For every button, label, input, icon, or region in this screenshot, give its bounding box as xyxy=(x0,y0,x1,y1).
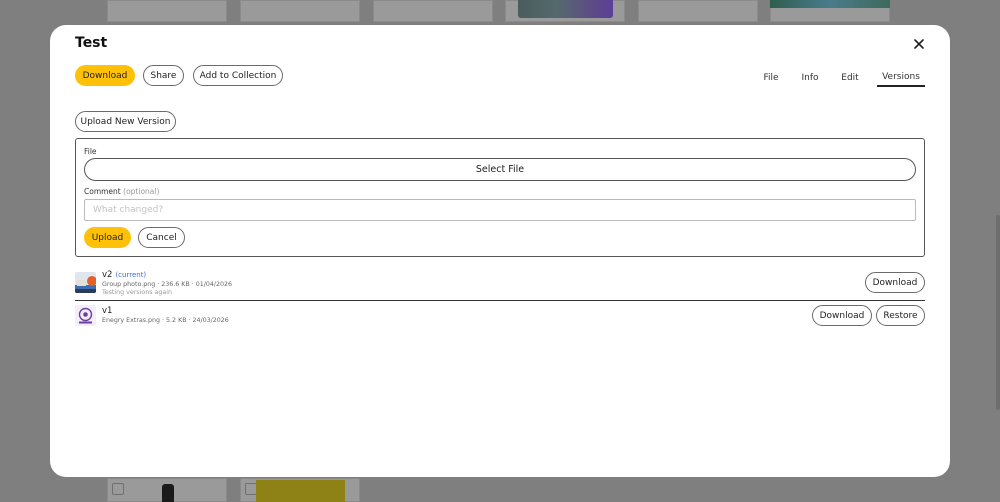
version-meta: Enegry Extras.png · 5.2 KB · 24/03/2026 xyxy=(102,317,229,324)
background-thumbnail xyxy=(256,480,345,502)
comment-input[interactable] xyxy=(84,199,916,221)
version-download-button[interactable]: Download xyxy=(865,272,925,293)
comment-label: Comment (optional) xyxy=(84,187,159,196)
select-file-button[interactable]: Select File xyxy=(84,158,916,181)
version-name: v2 (current) xyxy=(102,270,146,280)
background-card xyxy=(638,0,758,22)
version-download-button[interactable]: Download xyxy=(812,305,872,326)
version-thumbnail xyxy=(75,305,96,326)
share-button[interactable]: Share xyxy=(143,65,184,86)
version-row: v1 Enegry Extras.png · 5.2 KB · 24/03/20… xyxy=(75,305,925,331)
version-restore-button[interactable]: Restore xyxy=(876,305,925,326)
upload-new-version-button[interactable]: Upload New Version xyxy=(75,111,176,132)
version-label: v1 xyxy=(102,306,113,316)
current-badge: (current) xyxy=(115,271,147,279)
background-thumbnail xyxy=(518,0,613,18)
background-checkbox xyxy=(112,483,124,495)
add-to-collection-button[interactable]: Add to Collection xyxy=(193,65,283,86)
background-card xyxy=(240,0,360,22)
version-comment: Testing versions again xyxy=(102,289,172,296)
background-card xyxy=(373,0,493,22)
modal-title: Test xyxy=(75,35,108,51)
comment-optional-hint: (optional) xyxy=(123,187,160,196)
tab-info[interactable]: Info xyxy=(798,68,822,87)
version-label: v2 xyxy=(102,270,113,280)
comment-label-text: Comment xyxy=(84,187,121,196)
file-label: File xyxy=(84,147,97,156)
close-button[interactable] xyxy=(912,37,926,51)
tab-versions[interactable]: Versions xyxy=(877,68,925,87)
cancel-button[interactable]: Cancel xyxy=(138,227,185,248)
upload-button[interactable]: Upload xyxy=(84,227,131,248)
asset-modal: Test Download Share Add to Collection Fi… xyxy=(50,25,950,477)
tab-file[interactable]: File xyxy=(758,68,784,87)
version-divider xyxy=(75,300,925,301)
version-row: v2 (current) Group photo.png · 236.6 KB ·… xyxy=(75,270,925,300)
tab-edit[interactable]: Edit xyxy=(838,68,862,87)
background-card xyxy=(107,0,227,22)
download-button[interactable]: Download xyxy=(75,65,135,86)
background-thumbnail xyxy=(770,0,890,8)
version-name: v1 xyxy=(102,306,112,316)
photo-thumbnail-icon xyxy=(75,272,96,293)
energy-logo-icon xyxy=(75,305,96,326)
close-icon xyxy=(914,39,924,49)
version-thumbnail xyxy=(75,272,96,293)
version-meta: Group photo.png · 236.6 KB · 01/04/2026 xyxy=(102,281,232,288)
background-thumbnail xyxy=(162,484,174,502)
page-scrollbar xyxy=(996,215,1000,410)
upload-version-form: File Select File Comment (optional) Uplo… xyxy=(75,138,925,257)
